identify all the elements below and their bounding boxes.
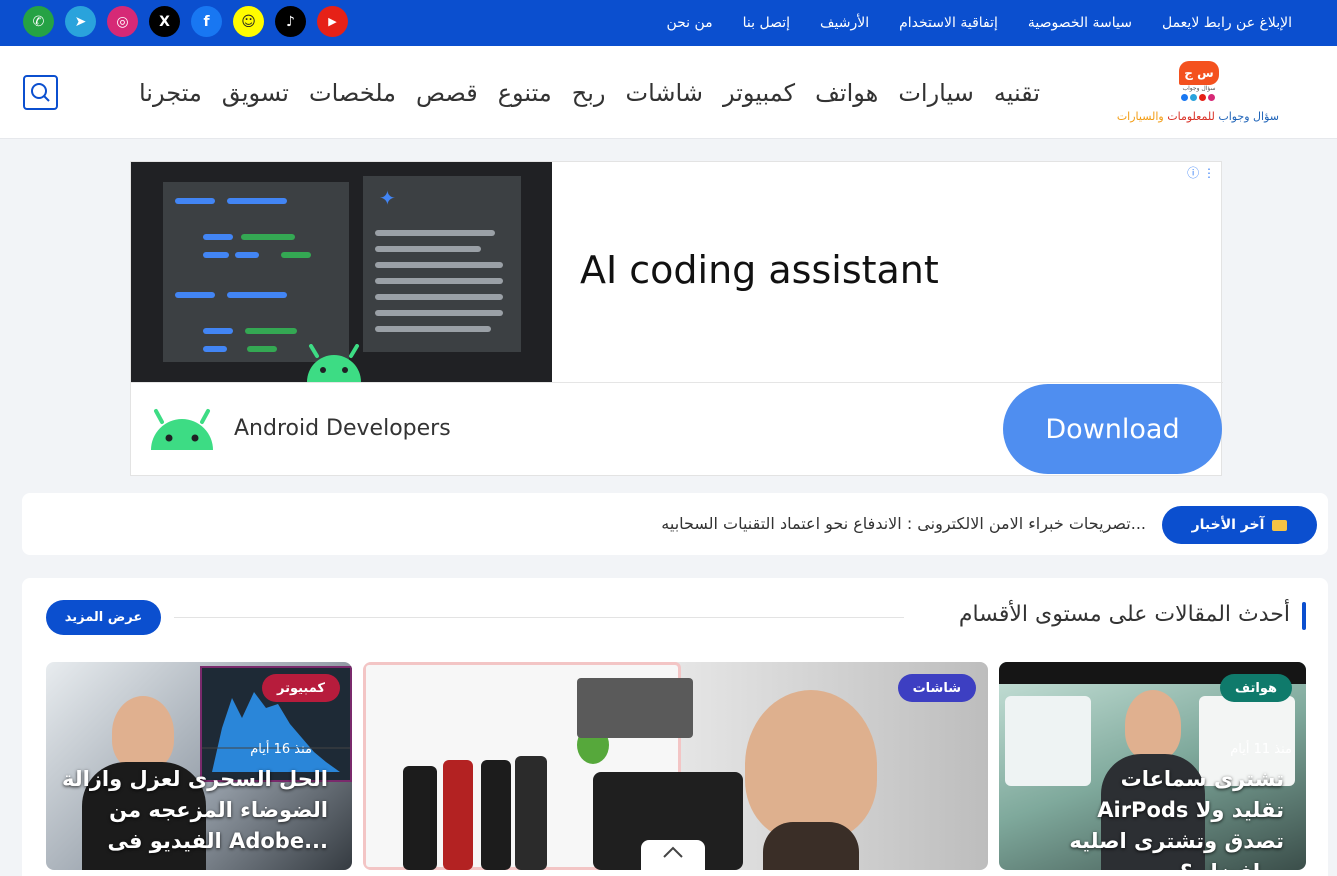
nav-item-store[interactable]: متجرنا	[139, 79, 202, 107]
ad-headline: AI coding assistant	[580, 248, 939, 292]
remote-control	[515, 756, 547, 870]
ad-download-button[interactable]: Download	[1003, 384, 1222, 474]
article-date: منذ 11 أيام	[1230, 742, 1292, 757]
facebook-icon[interactable]: f	[191, 6, 222, 37]
about-link[interactable]: من نحن	[666, 15, 712, 31]
nav-item-stories[interactable]: قصص	[416, 79, 478, 107]
ad-brand-name: Android Developers	[234, 416, 451, 441]
nav-item-screens[interactable]: شاشات	[626, 79, 703, 107]
remote-control	[481, 760, 511, 870]
main-nav: تقنيه سيارات هواتف كمبيوتر شاشات ربح متن…	[139, 46, 1040, 139]
logo-text-2: للمعلومات	[1163, 110, 1215, 123]
advertisement[interactable]: ✦ ⓘ ⋮ AI coding assistant Android Develo…	[130, 161, 1223, 476]
nav-item-profit[interactable]: ربح	[572, 79, 606, 107]
article-card-screens[interactable]: شاشات	[363, 662, 988, 870]
search-icon	[31, 83, 50, 102]
ticker-headline[interactable]: تصريحات خبراء الامن الالكترونى : الاندفا…	[661, 514, 1146, 533]
youtube-icon[interactable]: ▶	[317, 6, 348, 37]
monitor	[577, 678, 693, 738]
category-badge[interactable]: كمبيوتر	[261, 674, 340, 702]
category-badge[interactable]: هواتف	[1220, 674, 1292, 702]
x-glyph: X	[159, 13, 170, 30]
logo-social-dots	[1181, 94, 1215, 101]
x-icon[interactable]: X	[149, 6, 180, 37]
logo-badge: س ج	[1179, 61, 1219, 85]
nav-item-summaries[interactable]: ملخصات	[309, 79, 396, 107]
folder-icon	[1272, 519, 1288, 531]
latest-articles-section: أحدث المقالات على مستوى الأقسام عرض المز…	[22, 578, 1328, 876]
android-mascot-icon	[307, 344, 361, 382]
article-date: منذ 16 أيام	[250, 742, 312, 757]
facebook-glyph: f	[203, 13, 210, 30]
snapchat-icon[interactable]: ☺	[233, 6, 264, 37]
chevron-up-icon	[663, 846, 683, 858]
remote-control	[443, 760, 473, 870]
social-icons: ✆ ➤ ◎ X f ☺ ♪ ▶	[23, 6, 348, 37]
tiktok-glyph: ♪	[286, 13, 295, 30]
nav-item-marketing[interactable]: تسويق	[222, 79, 289, 107]
nav-item-phones[interactable]: هواتف	[815, 79, 878, 107]
snapchat-glyph: ☺	[241, 13, 256, 30]
sparkle-icon: ✦	[379, 186, 396, 210]
ad-code-illustration: ✦	[131, 162, 552, 382]
latest-news-label: آخر الأخبار	[1191, 517, 1265, 533]
latest-news-badge[interactable]: آخر الأخبار	[1162, 506, 1317, 544]
archive-link[interactable]: الأرشيف	[820, 15, 869, 31]
privacy-policy-link[interactable]: سياسة الخصوصية	[1028, 15, 1132, 31]
top-bar: الإبلاغ عن رابط لايعمل سياسة الخصوصية إت…	[0, 0, 1337, 46]
instagram-glyph: ◎	[116, 13, 129, 30]
contact-link[interactable]: إتصل بنا	[743, 15, 790, 31]
instagram-icon[interactable]: ◎	[107, 6, 138, 37]
doc-panel: ✦	[363, 176, 521, 352]
view-more-button[interactable]: عرض المزيد	[46, 600, 161, 635]
top-links: الإبلاغ عن رابط لايعمل سياسة الخصوصية إت…	[666, 0, 1292, 46]
site-logo[interactable]: س ج سؤال وجواب سؤال وجواب للمعلومات والس…	[1117, 58, 1279, 128]
ad-divider	[131, 382, 1223, 383]
presenter-thumbnail	[1125, 690, 1181, 760]
presenter-thumbnail	[745, 690, 877, 840]
nav-item-misc[interactable]: متنوع	[498, 79, 552, 107]
telegram-icon[interactable]: ➤	[65, 6, 96, 37]
article-card-phones[interactable]: هواتف منذ 11 أيام تشترى سماعات AirPods ت…	[999, 662, 1306, 870]
whatsapp-icon[interactable]: ✆	[23, 6, 54, 37]
section-title: أحدث المقالات على مستوى الأقسام	[958, 602, 1290, 627]
site-header: س ج سؤال وجواب سؤال وجواب للمعلومات والس…	[0, 46, 1337, 139]
section-title-accent	[1302, 602, 1306, 630]
android-logo-icon	[151, 409, 213, 450]
category-badge[interactable]: شاشات	[897, 674, 976, 702]
scroll-to-top-button[interactable]	[641, 840, 705, 876]
presenter-thumbnail	[112, 696, 174, 770]
logo-small-text: سؤال وجواب	[1182, 85, 1216, 92]
article-card-computer[interactable]: كمبيوتر منذ 16 أيام الحل السحرى لعزل واز…	[46, 662, 352, 870]
news-ticker: آخر الأخبار تصريحات خبراء الامن الالكترو…	[22, 493, 1328, 555]
code-panel	[163, 182, 349, 362]
report-broken-link[interactable]: الإبلاغ عن رابط لايعمل	[1162, 15, 1292, 31]
ad-info-icon[interactable]: ⓘ ⋮	[1187, 164, 1215, 181]
presenter-beard	[763, 822, 859, 870]
logo-text: سؤال وجواب للمعلومات والسيارات	[1117, 110, 1279, 123]
remote-control	[403, 766, 437, 870]
youtube-glyph: ▶	[328, 15, 337, 28]
logo-text-1: سؤال وجواب	[1214, 110, 1279, 123]
section-title-line	[174, 617, 904, 618]
terms-link[interactable]: إتفاقية الاستخدام	[899, 15, 998, 31]
nav-item-computer[interactable]: كمبيوتر	[723, 79, 795, 107]
article-title[interactable]: تشترى سماعات AirPods تقليد ولا تصدق وتشت…	[1034, 764, 1284, 870]
article-title[interactable]: الحل السحرى لعزل وازالة الضوضاء المزعجه …	[58, 764, 328, 857]
whatsapp-glyph: ✆	[32, 13, 45, 30]
nav-item-cars[interactable]: سيارات	[898, 79, 974, 107]
tiktok-icon[interactable]: ♪	[275, 6, 306, 37]
telegram-glyph: ➤	[74, 13, 87, 30]
search-button[interactable]	[23, 75, 58, 110]
logo-text-3: والسيارات	[1116, 110, 1164, 123]
nav-item-tech[interactable]: تقنيه	[994, 79, 1040, 107]
